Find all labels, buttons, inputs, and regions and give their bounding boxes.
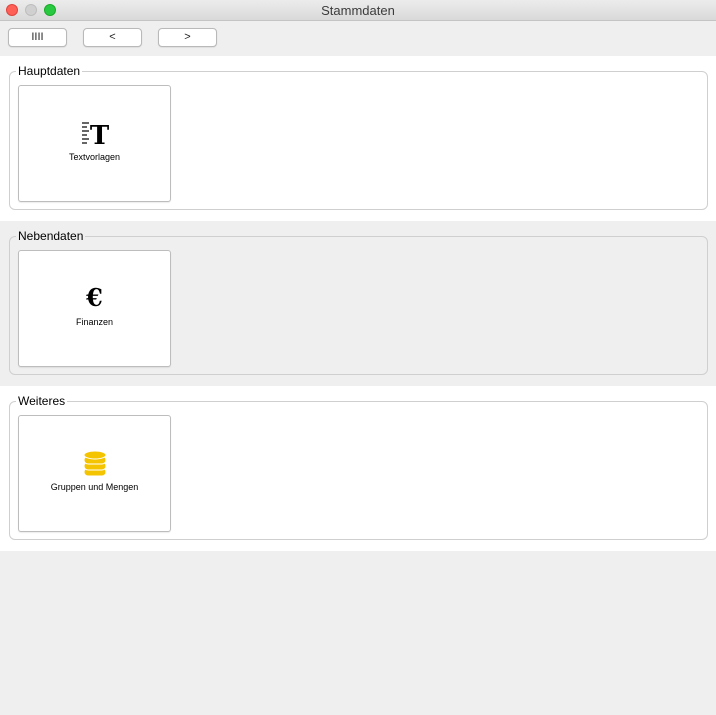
group-title: Hauptdaten — [16, 64, 83, 78]
section-hauptdaten: Hauptdaten T Textvorlagen — [0, 56, 716, 221]
euro-icon: € — [86, 283, 103, 312]
toolbar: IIII < > — [0, 21, 716, 56]
tile-label: Textvorlagen — [68, 152, 121, 162]
tile-textvorlagen[interactable]: T Textvorlagen — [18, 85, 171, 202]
section-nebendaten: Nebendaten € Finanzen — [0, 221, 716, 386]
tile-label: Gruppen und Mengen — [50, 482, 139, 492]
section-weiteres: Weiteres Gruppen und Mengen — [0, 386, 716, 551]
text-template-icon: T — [19, 118, 170, 151]
group-box-hauptdaten: Hauptdaten T Textvorlagen — [9, 64, 708, 210]
tile-label: Finanzen — [75, 317, 114, 327]
tile-finanzen[interactable]: € Finanzen — [18, 250, 171, 367]
title-bar: Stammdaten — [0, 0, 716, 21]
back-button[interactable]: < — [83, 28, 142, 47]
barcode-button[interactable]: IIII — [8, 28, 67, 47]
group-title: Nebendaten — [16, 229, 86, 243]
group-box-nebendaten: Nebendaten € Finanzen — [9, 229, 708, 375]
group-box-weiteres: Weiteres Gruppen und Mengen — [9, 394, 708, 540]
window-title: Stammdaten — [321, 3, 395, 18]
coin-stack-icon — [19, 448, 170, 478]
group-title: Weiteres — [16, 394, 68, 408]
svg-text:T: T — [89, 121, 109, 148]
forward-button[interactable]: > — [158, 28, 217, 47]
tile-gruppen-und-mengen[interactable]: Gruppen und Mengen — [18, 415, 171, 532]
